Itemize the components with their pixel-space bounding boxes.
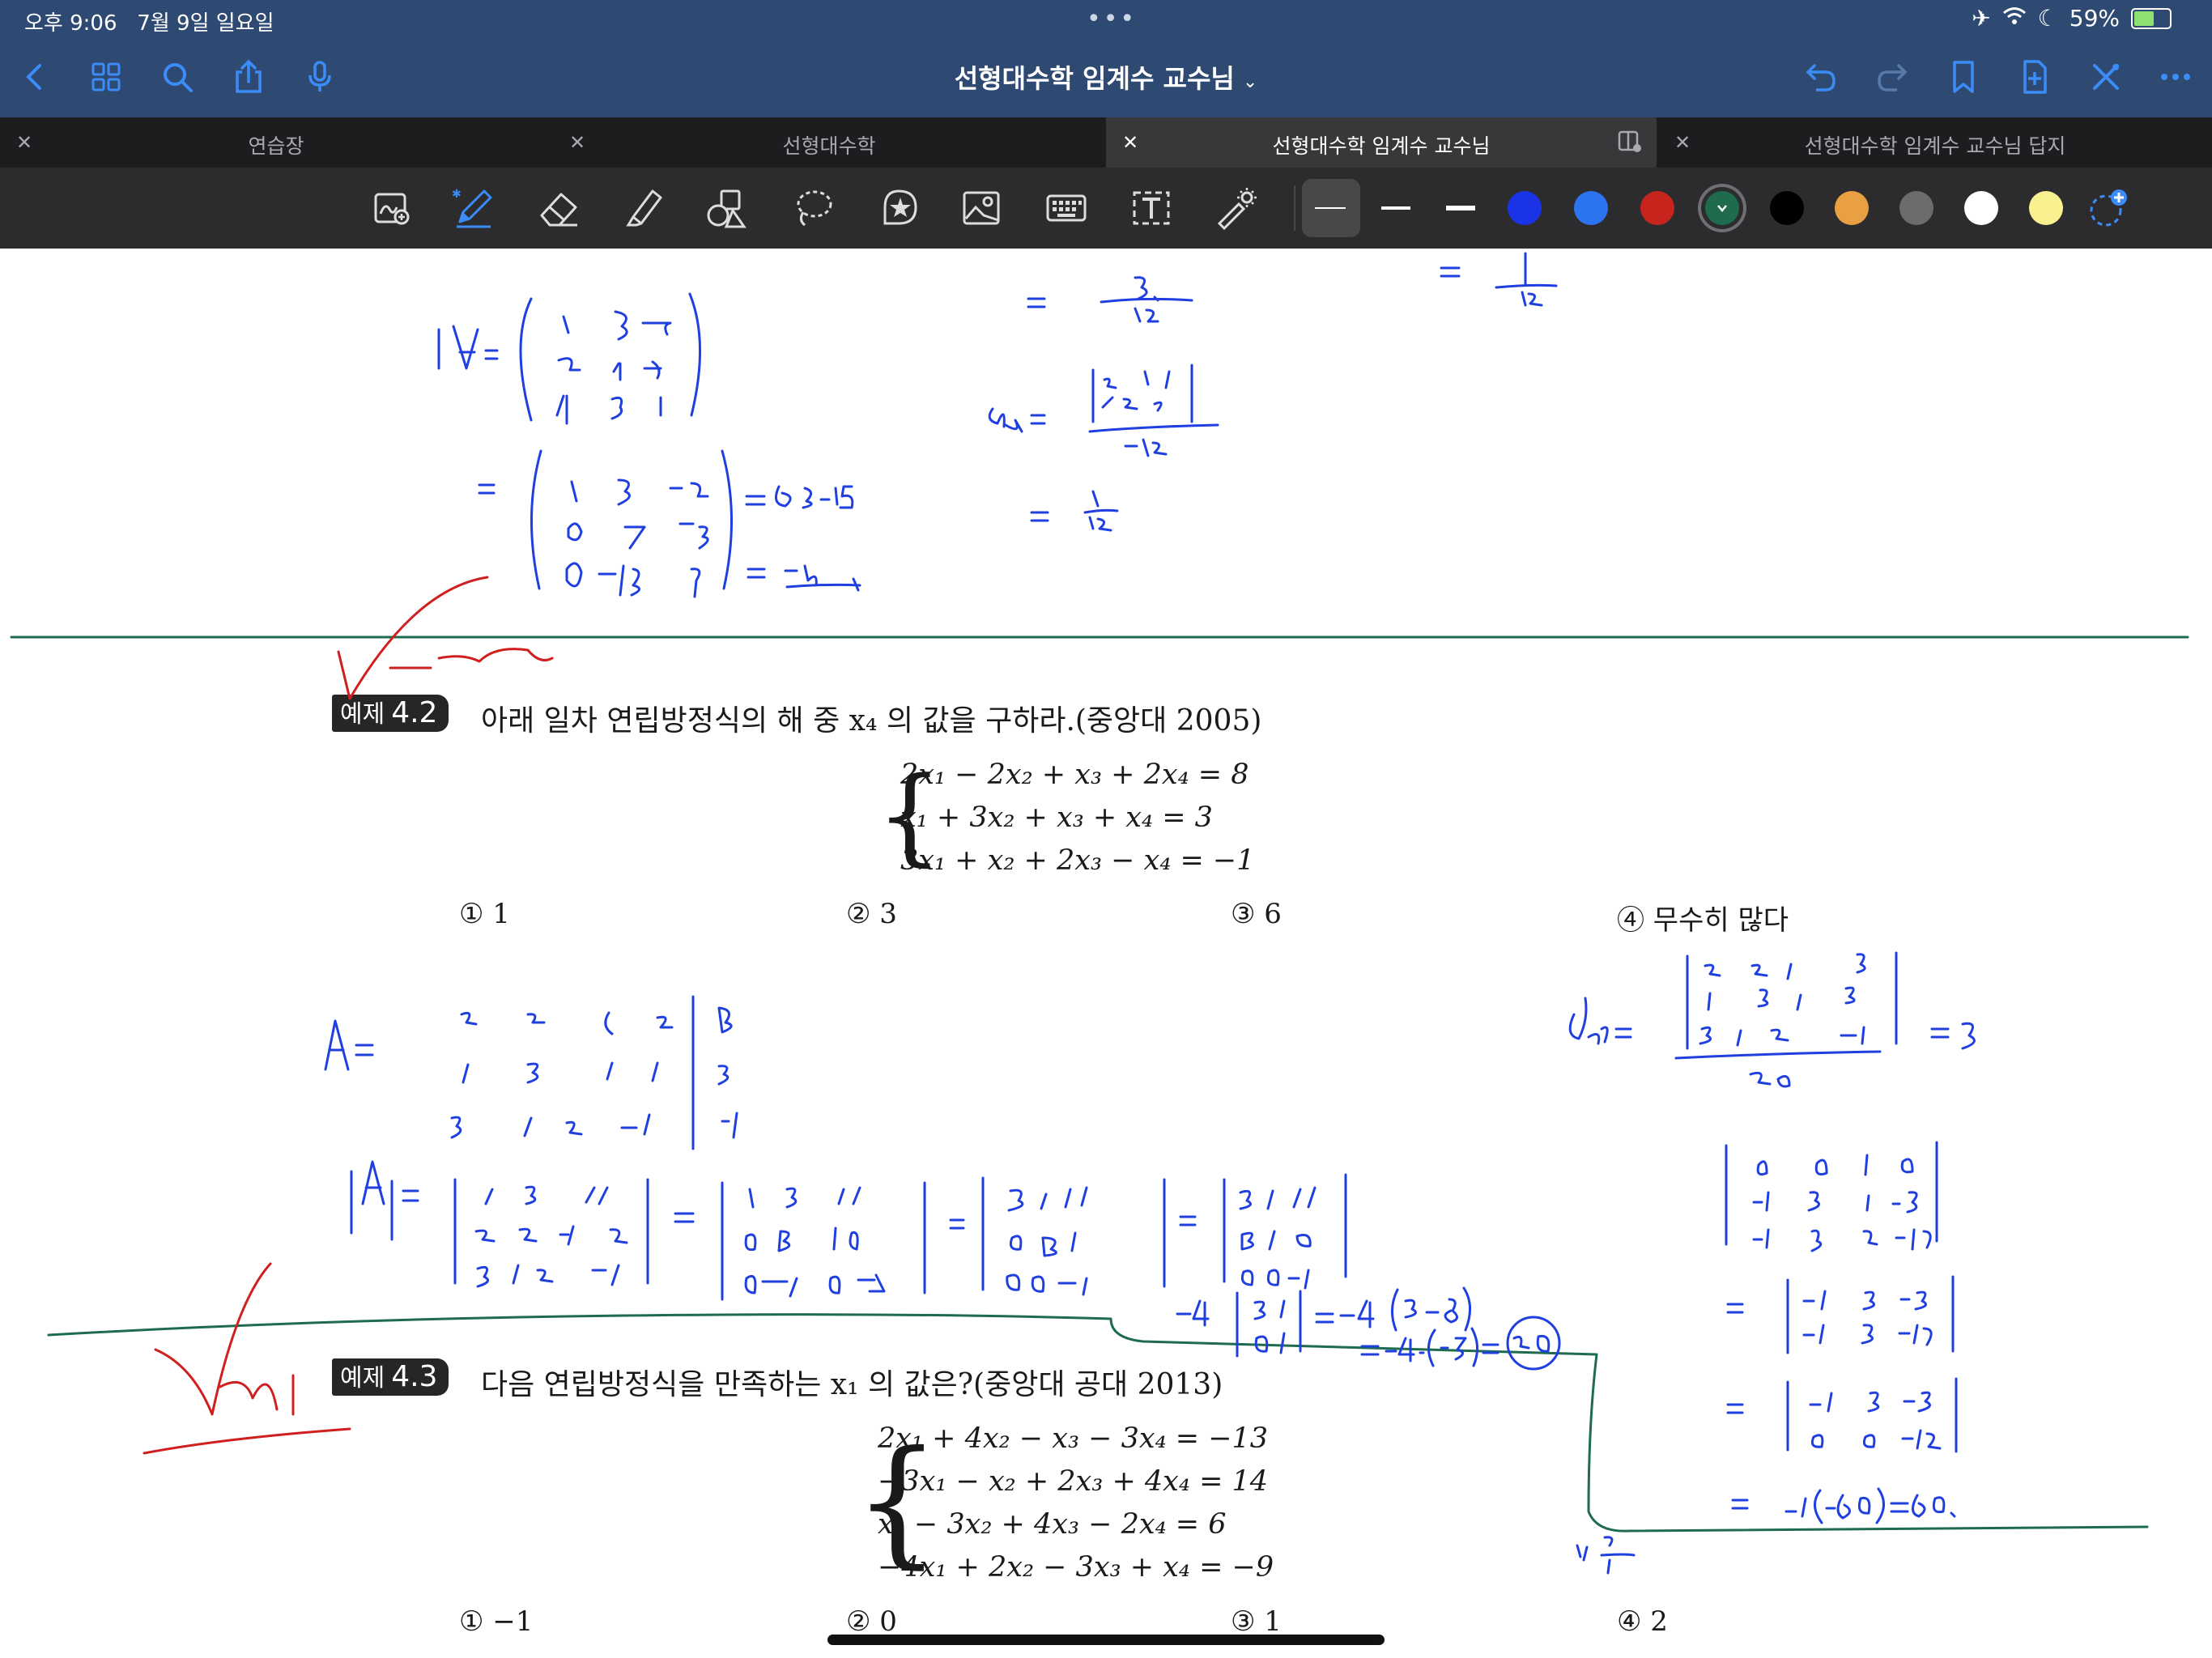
tab-label: 연습장 — [248, 134, 304, 158]
laser-pointer-icon[interactable] — [1212, 184, 1261, 232]
color-swatch-yellow[interactable] — [2029, 191, 2063, 225]
color-swatch-white[interactable] — [1964, 191, 1998, 225]
battery-percent: 59% — [2069, 5, 2120, 32]
color-swatch-black[interactable] — [1770, 191, 1804, 225]
text-icon[interactable] — [1127, 184, 1176, 232]
keyboard-icon[interactable] — [1042, 184, 1091, 232]
image-icon[interactable] — [957, 184, 1006, 232]
status-date: 7월 9일 일요일 — [137, 11, 274, 36]
drawing-toolbar: ✱ — [0, 168, 2212, 249]
wifi-icon — [2002, 5, 2027, 32]
tab-label: 선형대수학 임계수 교수님 답지 — [1804, 134, 2066, 158]
color-swatch-red[interactable] — [1640, 191, 1674, 225]
document-title-text: 선형대수학 임계수 교수님 — [954, 63, 1235, 94]
tab-answer-key[interactable]: ✕ 선형대수학 임계수 교수님 답지 — [1658, 117, 2212, 168]
color-swatch-gray[interactable] — [1899, 191, 1933, 225]
tab-linear-algebra-professor[interactable]: ✕ 선형대수학 임계수 교수님 — [1106, 117, 1657, 168]
sticker-icon[interactable] — [874, 184, 923, 232]
tab-linear-algebra[interactable]: ✕ 선형대수학 — [553, 117, 1105, 168]
color-swatch-orange[interactable] — [1835, 191, 1869, 225]
close-x-icon[interactable] — [2086, 57, 2126, 97]
redo-icon[interactable] — [1872, 57, 1912, 97]
eraser-icon[interactable] — [534, 184, 583, 232]
chevron-down-icon: ⌄ — [1242, 72, 1258, 92]
undo-icon[interactable] — [1801, 57, 1841, 97]
color-swatch-blue[interactable] — [1574, 191, 1608, 225]
toolbar-divider — [1294, 185, 1295, 231]
stroke-thin-option[interactable] — [1315, 207, 1346, 209]
top-bar: 오후 9:06 7월 9일 일요일 ••• ✈ ☾ 59% 선형대수학 임계수 … — [0, 0, 2212, 117]
more-icon[interactable] — [2155, 57, 2196, 97]
stroke-thick-option[interactable] — [1446, 206, 1475, 210]
add-color-icon[interactable] — [2084, 184, 2133, 232]
highlighter-icon[interactable] — [619, 184, 668, 232]
stroke-medium-option[interactable] — [1381, 206, 1410, 210]
tab-label: 선형대수학 임계수 교수님 — [1272, 134, 1491, 158]
tab-label: 선형대수학 — [782, 134, 876, 158]
svg-text:✱: ✱ — [452, 188, 462, 201]
color-swatch-dark-blue[interactable] — [1508, 191, 1542, 225]
airplane-icon: ✈ — [1972, 5, 1991, 32]
bookmark-icon[interactable] — [1943, 57, 1984, 97]
split-view-icon[interactable] — [1618, 130, 1642, 153]
status-time-date: 오후 9:06 7월 9일 일요일 — [24, 6, 274, 36]
add-page-icon[interactable] — [2014, 57, 2055, 97]
document-tabs: ✕ 연습장 ✕ 선형대수학 ✕ 선형대수학 임계수 교수님 ✕ 선형대수학 임계… — [0, 117, 2212, 168]
status-time: 오후 9:06 — [24, 11, 117, 36]
document-page[interactable]: 예제 4.2 아래 일차 연립방정식의 해 중 x₄ 의 값을 구하라.(중앙대 … — [10, 249, 2196, 1658]
chevron-down-icon — [1717, 205, 1727, 212]
color-swatch-green-selected[interactable] — [1705, 191, 1739, 225]
navigation-bar: 선형대수학 임계수 교수님 ⌄ — [0, 40, 2212, 117]
moon-icon: ☾ — [2037, 5, 2058, 32]
handwritten-annotations — [10, 252, 2189, 1575]
tab-practice[interactable]: ✕ 연습장 — [0, 117, 552, 168]
multitasking-dots[interactable]: ••• — [1087, 5, 1137, 33]
pen-icon[interactable]: ✱ — [449, 184, 498, 232]
battery-icon — [2131, 7, 2172, 29]
status-indicators: ✈ ☾ 59% — [1972, 5, 2172, 32]
lasso-search-icon[interactable] — [368, 184, 417, 232]
lasso-icon[interactable] — [789, 184, 838, 232]
home-indicator[interactable] — [827, 1635, 1385, 1645]
shapes-icon[interactable] — [703, 184, 751, 232]
